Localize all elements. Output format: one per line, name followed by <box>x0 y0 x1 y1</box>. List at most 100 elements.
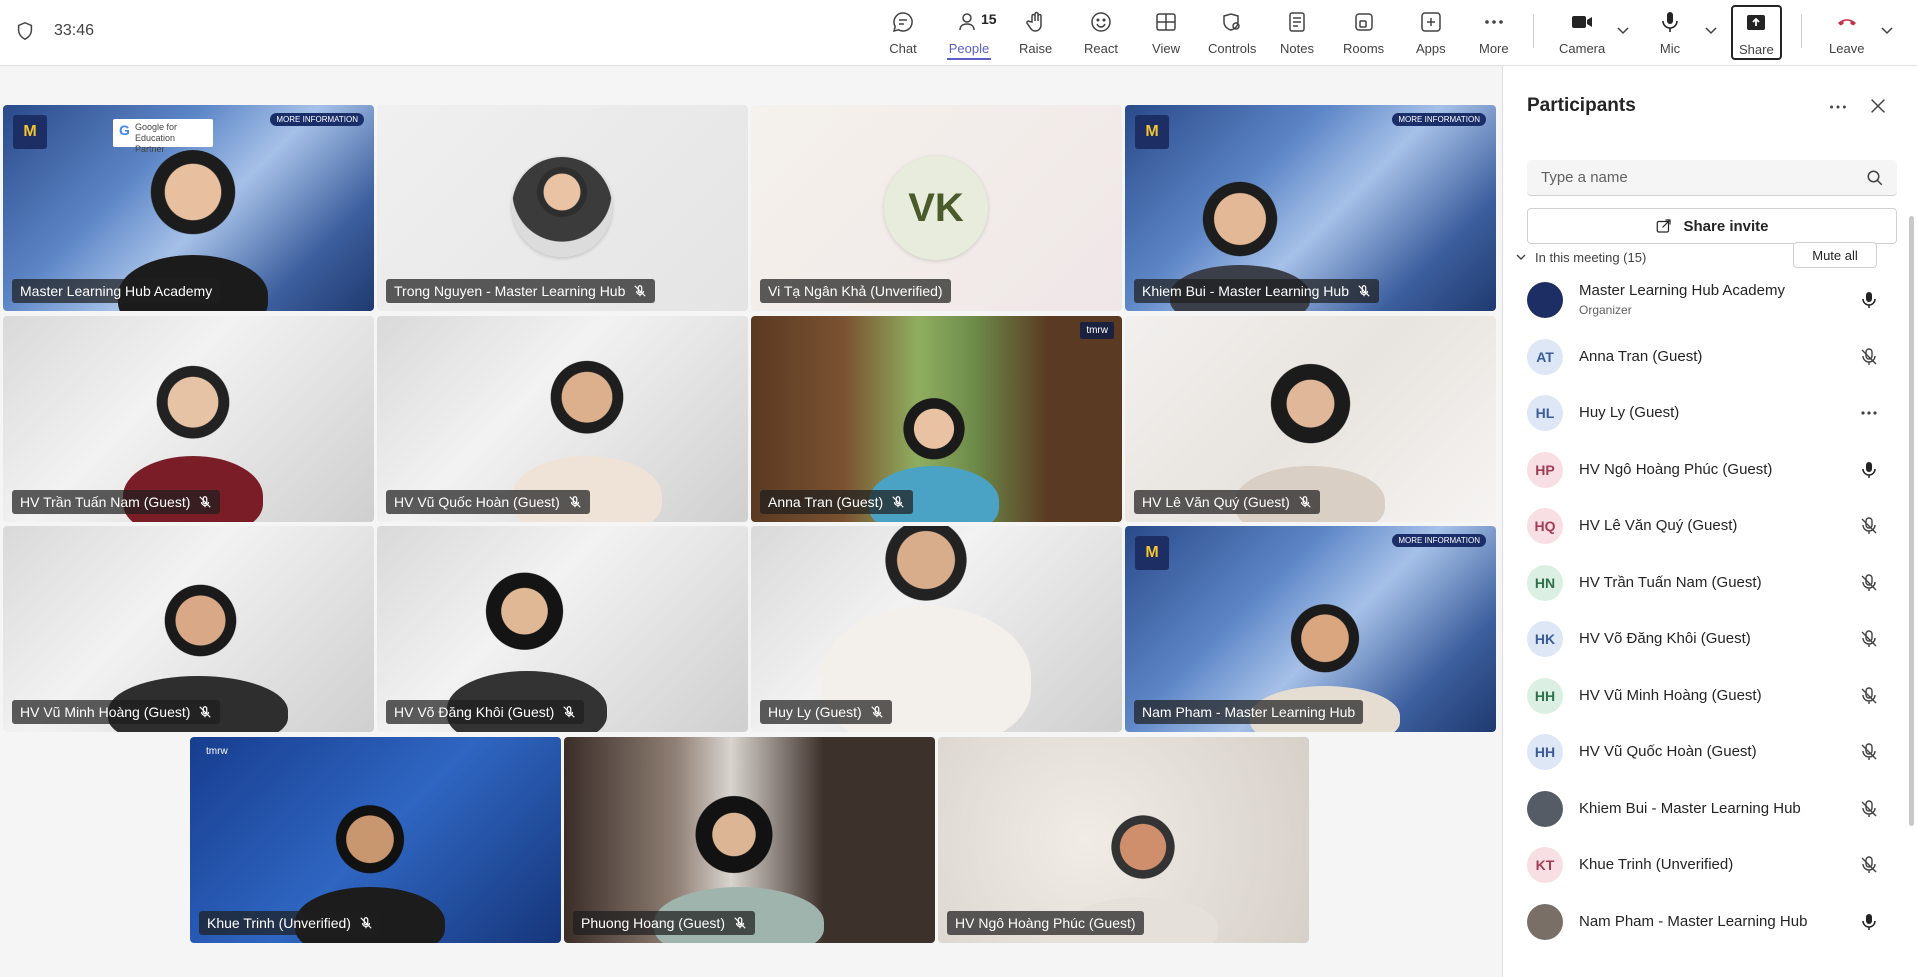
mic-options-chevron-icon[interactable] <box>1703 22 1719 38</box>
raise-hand-button[interactable]: Raise <box>1019 8 1052 60</box>
mic-off-icon[interactable] <box>1859 516 1879 536</box>
microphone-icon[interactable] <box>1859 290 1879 310</box>
rooms-label: Rooms <box>1343 41 1385 56</box>
tile-name: HV Trần Tuấn Nam (Guest) <box>20 494 191 510</box>
participant-row[interactable]: HP HV Ngô Hoàng Phúc (Guest) <box>1503 447 1903 493</box>
participant-row[interactable]: HQ HV Lê Văn Quý (Guest) <box>1503 503 1903 549</box>
share-button[interactable]: Share <box>1731 5 1782 60</box>
video-tile[interactable]: HV Lê Văn Quý (Guest) <box>1125 316 1496 522</box>
notes-button[interactable]: Notes <box>1280 8 1314 60</box>
participant-row[interactable]: AT Anna Tran (Guest) <box>1503 334 1903 380</box>
tile-name-label: Master Learning Hub Academy <box>12 279 221 303</box>
panel-title: Participants <box>1527 95 1636 116</box>
mic-off-icon[interactable] <box>1859 855 1879 875</box>
participant-name: Khue Trinh (Unverified) <box>1579 856 1734 873</box>
leave-label: Leave <box>1829 41 1865 56</box>
video-tile[interactable]: HV Vũ Minh Hoàng (Guest) <box>3 526 374 732</box>
search-icon[interactable] <box>1866 169 1884 187</box>
participant-row[interactable]: HL Huy Ly (Guest) <box>1503 390 1903 436</box>
mic-off-icon <box>870 706 883 718</box>
participant-row[interactable]: HN HV Trần Tuấn Nam (Guest) <box>1503 560 1903 606</box>
tile-name: HV Vũ Quốc Hoàn (Guest) <box>394 494 560 510</box>
tile-name: HV Ngô Hoàng Phúc (Guest) <box>955 915 1136 931</box>
video-tile[interactable]: HV Võ Đăng Khôi (Guest) <box>377 526 748 732</box>
video-tile[interactable]: M MORE INFORMATION Nam Pham - Master Lea… <box>1125 526 1496 732</box>
participant-video <box>325 792 415 897</box>
view-button[interactable]: View <box>1152 8 1180 60</box>
panel-scrollbar[interactable] <box>1909 216 1914 826</box>
mute-all-button[interactable]: Mute all <box>1793 242 1877 268</box>
meeting-toolbar: 33:46 Chat 15 People Raise React View Co… <box>0 0 1917 66</box>
more-options-icon[interactable] <box>1859 403 1879 423</box>
microphone-icon <box>1662 12 1678 32</box>
apps-label: Apps <box>1416 41 1446 56</box>
tmrw-logo: tmrw <box>1080 322 1114 339</box>
tile-name: Anna Tran (Guest) <box>768 494 884 510</box>
avatar <box>1527 903 1563 940</box>
camera-options-chevron-icon[interactable] <box>1615 22 1631 38</box>
mic-off-icon <box>1358 285 1370 297</box>
leave-button[interactable]: Leave <box>1829 8 1864 60</box>
mic-off-icon <box>634 285 647 297</box>
people-button[interactable]: 15 People <box>947 8 997 60</box>
participant-row[interactable]: HK HV Võ Đăng Khôi (Guest) <box>1503 616 1903 662</box>
camera-button[interactable]: Camera <box>1559 8 1605 60</box>
share-invite-button[interactable]: Share invite <box>1527 208 1897 244</box>
video-tile[interactable]: tmrw Anna Tran (Guest) <box>751 316 1122 522</box>
notes-icon <box>1289 12 1305 32</box>
rooms-button[interactable]: Rooms <box>1343 8 1384 60</box>
video-tile[interactable]: tmrw Khue Trinh (Unverified) <box>190 737 561 943</box>
video-grid: M G Google for Education Partner MORE INFO… <box>0 66 1502 977</box>
tile-name: Vi Tạ Ngân Khả (Unverified) <box>768 283 943 299</box>
mic-off-icon[interactable] <box>1859 686 1879 706</box>
tile-name-label: Khue Trinh (Unverified) <box>199 911 381 935</box>
mic-off-icon[interactable] <box>1859 573 1879 593</box>
participant-name: Khiem Bui - Master Learning Hub <box>1579 799 1801 817</box>
video-tile[interactable]: Phuong Hoang (Guest) <box>564 737 935 943</box>
participant-row[interactable]: Khiem Bui - Master Learning Hub <box>1503 786 1903 832</box>
participant-row[interactable]: HH HV Vũ Quốc Hoàn (Guest) <box>1503 729 1903 775</box>
mic-off-icon <box>569 496 581 508</box>
microphone-icon[interactable] <box>1859 912 1879 932</box>
react-button[interactable]: React <box>1084 8 1118 60</box>
video-tile[interactable]: HV Trần Tuấn Nam (Guest) <box>3 316 374 522</box>
participant-row[interactable]: Nam Pham - Master Learning Hub <box>1503 899 1903 945</box>
participant-row[interactable]: KT Khue Trinh (Unverified) <box>1503 842 1903 888</box>
video-tile[interactable]: HV Ngô Hoàng Phúc (Guest) <box>938 737 1309 943</box>
logo-letter: M <box>1145 544 1159 561</box>
chat-icon <box>892 12 913 33</box>
tile-name: HV Võ Đăng Khôi (Guest) <box>394 704 555 720</box>
participant-row[interactable]: HH HV Vũ Minh Hoàng (Guest) <box>1503 673 1903 719</box>
mic-off-icon <box>892 496 904 508</box>
mic-off-icon[interactable] <box>1859 742 1879 762</box>
mic-off-icon[interactable] <box>1859 347 1879 367</box>
mic-button[interactable]: Mic <box>1656 8 1684 60</box>
google-for-education-badge: G Google for Education Partner <box>113 119 213 154</box>
close-icon[interactable] <box>1867 95 1889 117</box>
tile-name-label: HV Võ Đăng Khôi (Guest) <box>386 700 585 724</box>
chat-button[interactable]: Chat <box>889 8 917 60</box>
mic-off-icon[interactable] <box>1859 629 1879 649</box>
mic-off-icon[interactable] <box>1859 799 1879 819</box>
controls-button[interactable]: Controls <box>1208 8 1256 60</box>
video-tile[interactable]: Trong Nguyen - Master Learning Hub <box>377 105 748 311</box>
participant-search-input[interactable] <box>1527 160 1897 196</box>
tile-name-label: HV Vũ Minh Hoàng (Guest) <box>12 700 221 724</box>
participant-row[interactable]: Master Learning Hub Academy Organizer <box>1503 277 1903 323</box>
participant-video <box>1098 802 1188 902</box>
video-tile[interactable]: M MORE INFORMATION Khiem Bui - Master Le… <box>1125 105 1496 311</box>
video-tile[interactable]: VK Vi Tạ Ngân Khả (Unverified) <box>751 105 1122 311</box>
video-tile[interactable]: M G Google for Education Partner MORE INFO… <box>3 105 374 311</box>
video-tile[interactable]: HV Vũ Quốc Hoàn (Guest) <box>377 316 748 522</box>
more-options-icon[interactable] <box>1827 96 1849 118</box>
more-button[interactable]: More <box>1479 8 1509 60</box>
leave-options-chevron-icon[interactable] <box>1879 22 1895 38</box>
view-grid-icon <box>1156 13 1176 31</box>
microphone-icon[interactable] <box>1859 460 1879 480</box>
avatar: HN <box>1527 564 1563 601</box>
mic-off-icon <box>360 917 372 929</box>
people-count: 15 <box>981 11 997 27</box>
apps-button[interactable]: Apps <box>1416 8 1446 60</box>
people-label: People <box>948 41 990 56</box>
video-tile[interactable]: Huy Ly (Guest) <box>751 526 1122 732</box>
